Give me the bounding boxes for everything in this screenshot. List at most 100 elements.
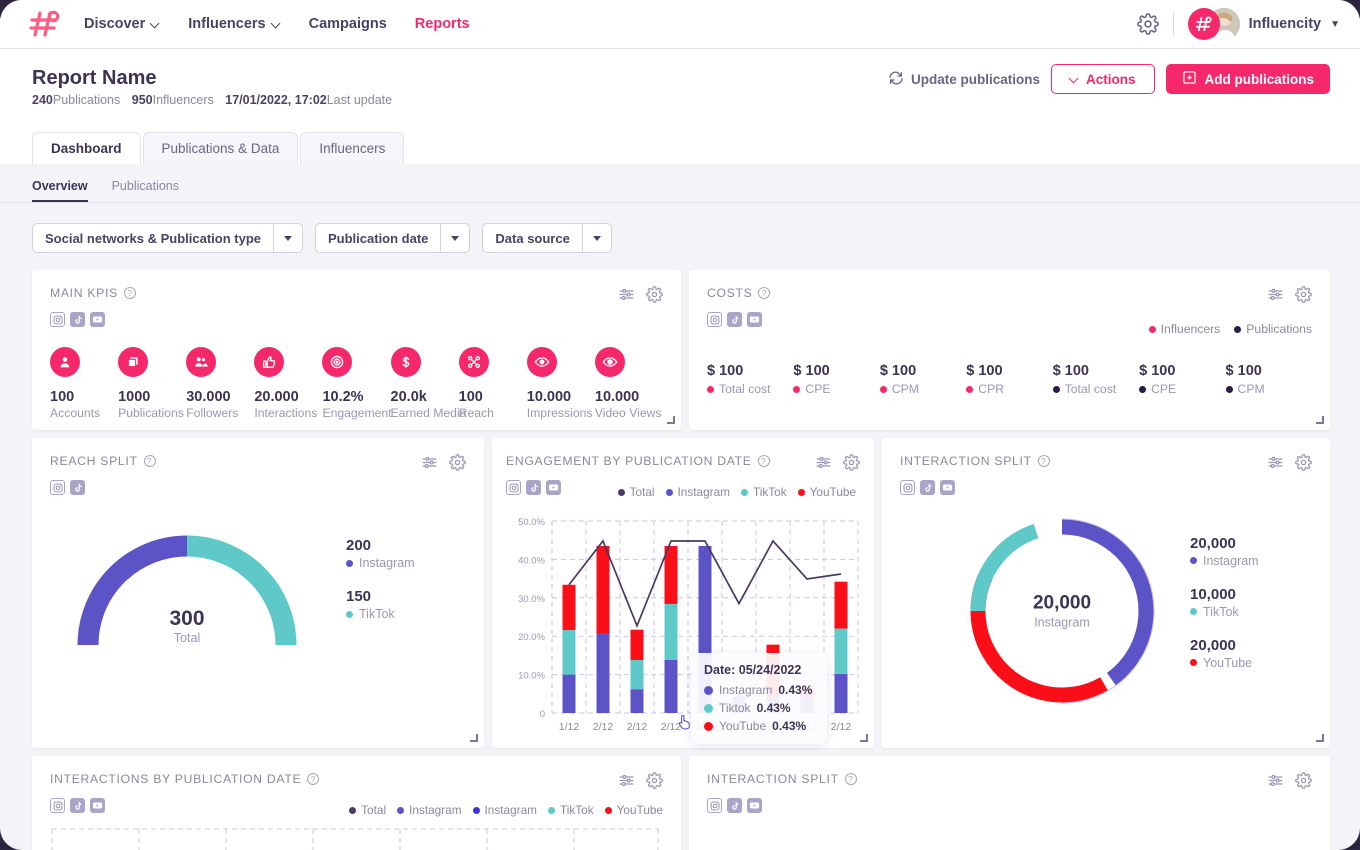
cost-influencers-cpm: $ 100 CPM: [880, 363, 966, 396]
costs-legend: Influencers Publications: [1149, 322, 1312, 336]
network-chips-interaction-split-secondary: [707, 798, 1312, 813]
add-publications-button[interactable]: Add publications: [1166, 64, 1331, 94]
legend-item-instagram: 20,000 Instagram: [1190, 535, 1259, 568]
filter-sliders-icon[interactable]: [1267, 454, 1284, 471]
instagram-icon[interactable]: [50, 480, 65, 495]
help-icon[interactable]: ?: [144, 455, 156, 467]
actions-button[interactable]: Actions: [1051, 64, 1155, 94]
account-icon: [50, 347, 80, 377]
filter-sliders-icon[interactable]: [1267, 772, 1284, 789]
filter-data-source[interactable]: Data source: [482, 223, 611, 253]
filter-social-networks-publication-type[interactable]: Social networks & Publication type: [32, 223, 303, 253]
youtube-icon[interactable]: [940, 480, 955, 495]
chevron-down-icon[interactable]: [582, 224, 611, 252]
chevron-down-icon[interactable]: [273, 224, 302, 252]
help-icon[interactable]: ?: [307, 773, 319, 785]
kpi-impressions: 10.000 Impressions: [527, 347, 595, 420]
card-resize-handle[interactable]: [1316, 734, 1324, 742]
tab-publications-and-data[interactable]: Publications & Data: [143, 132, 299, 164]
filter-sliders-icon[interactable]: [421, 454, 438, 471]
tooltip-row-instagram: Instagram0.43%: [704, 683, 814, 697]
help-icon[interactable]: ?: [845, 773, 857, 785]
instagram-icon[interactable]: [707, 798, 722, 813]
youtube-icon[interactable]: [90, 798, 105, 813]
costs-list: $ 100 Total cost $ 100 CPE $ 100 CPM $ 1…: [707, 363, 1312, 396]
svg-text:0: 0: [540, 709, 545, 720]
filter-sliders-icon[interactable]: [1267, 286, 1284, 303]
card-resize-handle[interactable]: [470, 734, 478, 742]
youtube-icon[interactable]: [747, 798, 762, 813]
card-title-interaction-split-secondary: INTERACTION SPLIT ?: [707, 772, 857, 786]
cost-publications-cpm: $ 100 CPM: [1226, 363, 1312, 396]
top-navigation-bar: Discover Influencers Campaigns Reports: [0, 0, 1360, 49]
instagram-icon[interactable]: [707, 312, 722, 327]
tiktok-icon[interactable]: [526, 480, 541, 495]
instagram-icon[interactable]: [900, 480, 915, 495]
svg-text:30.0%: 30.0%: [518, 594, 545, 605]
tab-influencers[interactable]: Influencers: [300, 132, 404, 164]
filter-publication-date[interactable]: Publication date: [315, 223, 470, 253]
influencity-hash-logo-icon[interactable]: [26, 8, 62, 40]
instagram-icon[interactable]: [50, 312, 65, 327]
youtube-icon[interactable]: [747, 312, 762, 327]
gear-icon[interactable]: [646, 286, 663, 303]
help-icon[interactable]: ?: [124, 287, 136, 299]
tabs-bar: Dashboard Publications & Data Influencer…: [0, 132, 1360, 164]
gear-icon[interactable]: [843, 454, 860, 471]
card-tools: [618, 772, 663, 789]
card-interactions-by-publication-date: INTERACTIONS BY PUBLICATION DATE ? Total: [32, 756, 681, 850]
subtab-publications[interactable]: Publications: [112, 179, 179, 202]
nav-item-influencers[interactable]: Influencers: [188, 16, 280, 32]
tiktok-icon[interactable]: [727, 312, 742, 327]
card-resize-handle[interactable]: [667, 416, 675, 424]
nav-item-campaigns[interactable]: Campaigns: [309, 16, 387, 32]
youtube-icon[interactable]: [90, 312, 105, 327]
tiktok-icon[interactable]: [70, 312, 85, 327]
avatar-group: [1188, 8, 1240, 40]
gear-icon[interactable]: [449, 454, 466, 471]
youtube-icon[interactable]: [546, 480, 561, 495]
filter-sliders-icon[interactable]: [815, 454, 832, 471]
help-icon[interactable]: ?: [1038, 455, 1050, 467]
account-name: Influencity: [1249, 16, 1322, 32]
legend-instagram-1: Instagram: [397, 803, 461, 817]
account-menu[interactable]: Influencity ▼: [1188, 8, 1340, 40]
nav-item-discover[interactable]: Discover: [84, 16, 160, 32]
card-tools: [815, 454, 860, 471]
legend-tiktok: TikTok: [548, 803, 594, 817]
help-icon[interactable]: ?: [758, 287, 770, 299]
card-resize-handle[interactable]: [1316, 416, 1324, 424]
video-views-icon: [595, 347, 625, 377]
tiktok-icon[interactable]: [70, 798, 85, 813]
tiktok-icon[interactable]: [727, 798, 742, 813]
chevron-down-icon[interactable]: [440, 224, 469, 252]
filter-sliders-icon[interactable]: [618, 286, 635, 303]
filter-sliders-icon[interactable]: [618, 772, 635, 789]
gear-icon[interactable]: [646, 772, 663, 789]
tab-dashboard[interactable]: Dashboard: [32, 132, 141, 164]
instagram-icon[interactable]: [50, 798, 65, 813]
tiktok-icon[interactable]: [920, 480, 935, 495]
tiktok-icon[interactable]: [70, 480, 85, 495]
sub-tabs: Overview Publications: [0, 164, 1360, 202]
svg-text:50.0%: 50.0%: [518, 517, 545, 528]
gear-icon[interactable]: [1137, 13, 1159, 35]
update-publications-button[interactable]: Update publications: [888, 70, 1040, 89]
filter-bar: Social networks & Publication type Publi…: [0, 203, 1360, 253]
subtab-overview[interactable]: Overview: [32, 179, 88, 202]
card-title-main-kpis: MAIN KPIS ?: [50, 286, 136, 300]
gear-icon[interactable]: [1295, 772, 1312, 789]
instagram-icon[interactable]: [506, 480, 521, 495]
cost-publications-total-cost: $ 100 Total cost: [1053, 363, 1139, 396]
gear-icon[interactable]: [1295, 454, 1312, 471]
help-icon[interactable]: ?: [758, 455, 770, 467]
gear-icon[interactable]: [1295, 286, 1312, 303]
svg-text:2/12: 2/12: [831, 721, 852, 733]
nav-item-reports[interactable]: Reports: [415, 16, 470, 32]
kpi-reach: 100 Reach: [459, 347, 527, 420]
kpi-publications: 1000 Publications: [118, 347, 186, 420]
legend-item-instagram: 200 Instagram: [346, 537, 415, 570]
card-resize-handle[interactable]: [860, 734, 868, 742]
kpi-video-views: 10.000 Video Views: [595, 347, 663, 420]
legend-influencers: Influencers: [1149, 322, 1221, 336]
